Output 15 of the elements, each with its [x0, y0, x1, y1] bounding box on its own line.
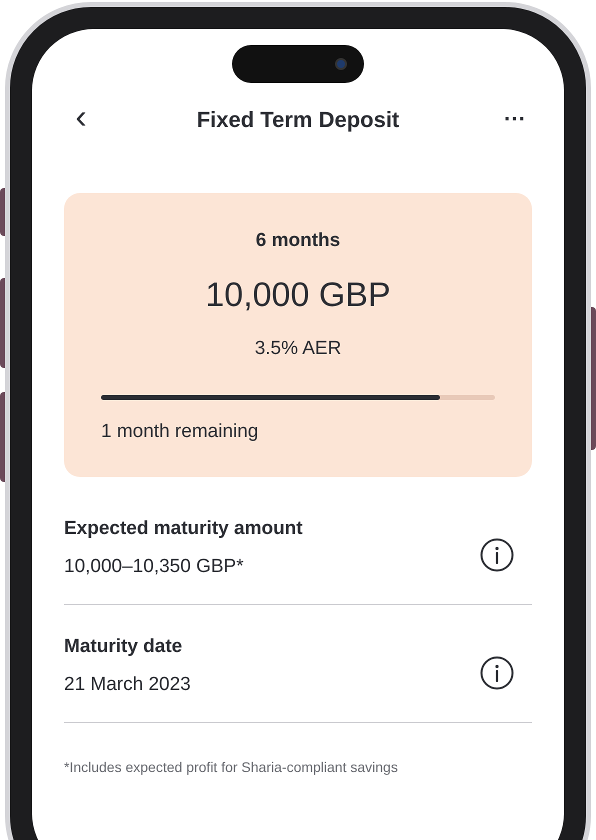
more-button[interactable]: ···	[500, 108, 530, 130]
screen-title: Fixed Term Deposit	[196, 106, 400, 134]
camera-icon	[335, 58, 347, 70]
term-label: 6 months	[254, 229, 342, 253]
detail-value: 21 March 2023	[64, 673, 191, 697]
interest-rate: 3.5% AER	[254, 336, 342, 360]
info-icon[interactable]	[480, 656, 514, 690]
deposit-amount: 10,000 GBP	[204, 274, 392, 316]
footnote: *Includes expected profit for Sharia-compliant savings	[64, 758, 399, 777]
detail-label: Maturity date	[64, 634, 184, 658]
back-button[interactable]: ‹	[66, 100, 96, 134]
time-remaining: 1 month remaining	[101, 420, 260, 444]
detail-value: 10,000–10,350 GBP*	[64, 555, 245, 579]
info-icon[interactable]	[480, 538, 514, 572]
detail-label: Expected maturity amount	[64, 516, 303, 540]
